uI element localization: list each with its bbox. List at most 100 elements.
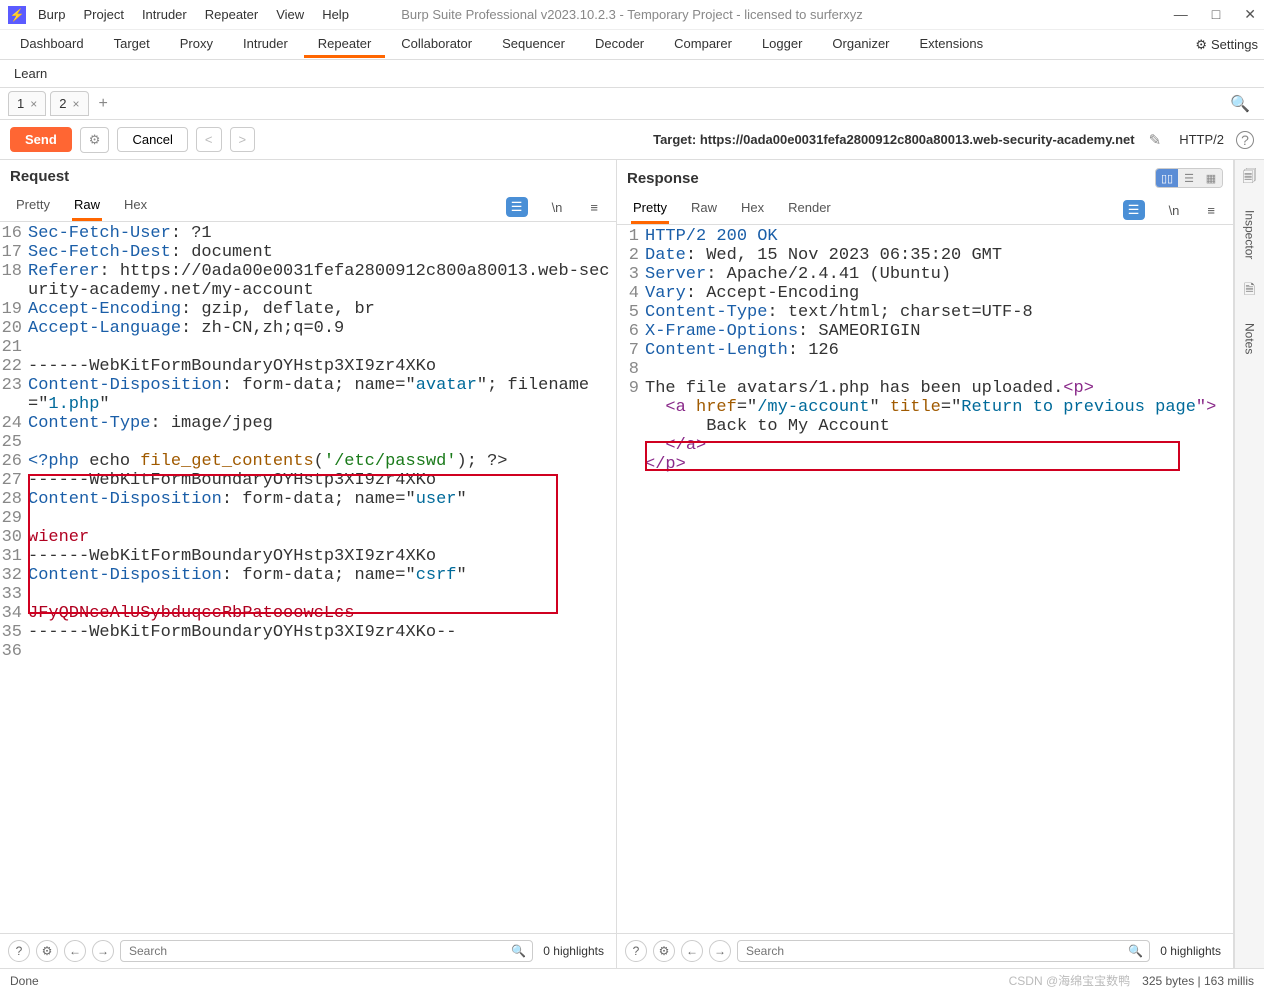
tab-target[interactable]: Target [100, 31, 164, 58]
sub-tab-2[interactable]: 2× [50, 91, 88, 116]
menu-bar[interactable]: Burp Project Intruder Repeater View Help [38, 7, 349, 22]
message-actions-icon[interactable]: ☰ [1123, 200, 1145, 220]
code-line[interactable]: </p> [617, 455, 1233, 474]
tab-collaborator[interactable]: Collaborator [387, 31, 486, 58]
code-line[interactable]: 34JFyQDNceAlUSybduqccRbPatooowcLcs [0, 604, 616, 623]
tab-repeater[interactable]: Repeater [304, 31, 385, 58]
tab-proxy[interactable]: Proxy [166, 31, 227, 58]
message-actions-icon[interactable]: ☰ [506, 197, 528, 217]
add-tab-button[interactable]: + [93, 95, 114, 113]
code-line[interactable]: 21 [0, 338, 616, 357]
menu-view[interactable]: View [276, 7, 304, 22]
code-line[interactable]: 24Content-Type: image/jpeg [0, 414, 616, 433]
close-icon[interactable]: × [72, 97, 79, 111]
view-tab-raw[interactable]: Raw [72, 193, 102, 221]
close-icon[interactable]: × [30, 97, 37, 111]
code-line[interactable]: 29 [0, 509, 616, 528]
code-line[interactable]: 2Date: Wed, 15 Nov 2023 06:35:20 GMT [617, 246, 1233, 265]
code-line[interactable]: 35------WebKitFormBoundaryOYHstp3XI9zr4X… [0, 623, 616, 642]
inspector-sidebar[interactable]: 🗐 Inspector 🗎 Notes [1234, 160, 1264, 968]
menu-icon[interactable]: ≡ [586, 198, 602, 217]
code-line[interactable]: 6X-Frame-Options: SAMEORIGIN [617, 322, 1233, 341]
notes-label[interactable]: Notes [1243, 323, 1257, 354]
code-line[interactable]: 27------WebKitFormBoundaryOYHstp3XI9zr4X… [0, 471, 616, 490]
help-icon[interactable]: ? [1236, 131, 1254, 149]
code-line[interactable]: Back to My Account [617, 417, 1233, 436]
newline-icon[interactable]: \n [548, 198, 567, 217]
code-line[interactable]: 20Accept-Language: zh-CN,zh;q=0.9 [0, 319, 616, 338]
search-gear-icon[interactable]: ⚙ [653, 940, 675, 962]
view-tab-hex[interactable]: Hex [739, 196, 766, 224]
layout-toggle[interactable]: ▯▯ ☰ ▦ [1155, 168, 1223, 188]
request-editor[interactable]: 16Sec-Fetch-User: ?117Sec-Fetch-Dest: do… [0, 222, 616, 933]
cancel-button[interactable]: Cancel [117, 127, 187, 152]
tab-organizer[interactable]: Organizer [818, 31, 903, 58]
code-line[interactable]: 18Referer: https://0ada00e0031fefa280091… [0, 262, 616, 300]
tab-dashboard[interactable]: Dashboard [6, 31, 98, 58]
response-view-tabs[interactable]: Pretty Raw Hex Render ☰ \n ≡ [617, 192, 1233, 225]
menu-burp[interactable]: Burp [38, 7, 65, 22]
tab-comparer[interactable]: Comparer [660, 31, 746, 58]
gear-button[interactable]: ⚙ [80, 127, 110, 153]
search-prev-icon[interactable]: ← [681, 940, 703, 962]
menu-help[interactable]: Help [322, 7, 349, 22]
layout-combined-icon[interactable]: ▦ [1200, 169, 1222, 187]
code-line[interactable]: 3Server: Apache/2.4.41 (Ubuntu) [617, 265, 1233, 284]
close-icon[interactable]: ✕ [1244, 6, 1256, 23]
repeater-sub-tabs[interactable]: 1×2×+ 🔍 [0, 88, 1264, 120]
code-line[interactable]: 16Sec-Fetch-User: ?1 [0, 224, 616, 243]
code-line[interactable]: 22------WebKitFormBoundaryOYHstp3XI9zr4X… [0, 357, 616, 376]
code-line[interactable]: 23Content-Disposition: form-data; name="… [0, 376, 616, 414]
settings-button[interactable]: ⚙ Settings [1195, 37, 1258, 53]
tab-extensions[interactable]: Extensions [906, 31, 998, 58]
tab-sequencer[interactable]: Sequencer [488, 31, 579, 58]
view-tab-raw[interactable]: Raw [689, 196, 719, 224]
code-line[interactable]: </a> [617, 436, 1233, 455]
view-tab-pretty[interactable]: Pretty [631, 196, 669, 224]
search-icon[interactable]: 🔍 [1230, 94, 1250, 114]
view-tab-pretty[interactable]: Pretty [14, 193, 52, 221]
tab-intruder[interactable]: Intruder [229, 31, 302, 58]
newline-icon[interactable]: \n [1165, 201, 1184, 220]
window-controls[interactable]: ― □ ✕ [1174, 6, 1256, 23]
code-line[interactable]: 9The file avatars/1.php has been uploade… [617, 379, 1233, 398]
minimize-icon[interactable]: ― [1174, 6, 1188, 23]
response-search-input[interactable]: 🔍 [737, 940, 1150, 962]
code-line[interactable]: 32Content-Disposition: form-data; name="… [0, 566, 616, 585]
inspector-icon[interactable]: 🗐 [1243, 166, 1257, 190]
history-back-button[interactable]: < [196, 127, 222, 152]
search-gear-icon[interactable]: ⚙ [36, 940, 58, 962]
view-tab-render[interactable]: Render [786, 196, 833, 224]
request-view-tabs[interactable]: PrettyRawHex ☰ \n ≡ [0, 189, 616, 222]
code-line[interactable]: 26<?php echo file_get_contents('/etc/pas… [0, 452, 616, 471]
request-search-input[interactable]: 🔍 [120, 940, 533, 962]
code-line[interactable]: 5Content-Type: text/html; charset=UTF-8 [617, 303, 1233, 322]
main-tab-bar[interactable]: DashboardTargetProxyIntruderRepeaterColl… [0, 30, 1264, 60]
learn-tab[interactable]: Learn [0, 60, 1264, 88]
menu-intruder[interactable]: Intruder [142, 7, 187, 22]
tab-decoder[interactable]: Decoder [581, 31, 658, 58]
menu-project[interactable]: Project [83, 7, 123, 22]
search-next-icon[interactable]: → [92, 940, 114, 962]
search-next-icon[interactable]: → [709, 940, 731, 962]
menu-icon[interactable]: ≡ [1203, 201, 1219, 220]
code-line[interactable]: 31------WebKitFormBoundaryOYHstp3XI9zr4X… [0, 547, 616, 566]
code-line[interactable]: 36 [0, 642, 616, 661]
tab-logger[interactable]: Logger [748, 31, 816, 58]
inspector-label[interactable]: Inspector [1243, 210, 1257, 259]
code-line[interactable]: 1HTTP/2 200 OK [617, 227, 1233, 246]
menu-repeater[interactable]: Repeater [205, 7, 258, 22]
response-viewer[interactable]: 1HTTP/2 200 OK2Date: Wed, 15 Nov 2023 06… [617, 225, 1233, 933]
code-line[interactable]: 28Content-Disposition: form-data; name="… [0, 490, 616, 509]
code-line[interactable]: 4Vary: Accept-Encoding [617, 284, 1233, 303]
history-forward-button[interactable]: > [230, 127, 256, 152]
http-version-selector[interactable]: HTTP/2 [1179, 132, 1224, 147]
search-options-icon[interactable]: ? [625, 940, 647, 962]
code-line[interactable]: 25 [0, 433, 616, 452]
search-options-icon[interactable]: ? [8, 940, 30, 962]
layout-vertical-icon[interactable]: ☰ [1178, 169, 1200, 187]
send-button[interactable]: Send [10, 127, 72, 152]
maximize-icon[interactable]: □ [1212, 6, 1220, 23]
code-line[interactable]: 19Accept-Encoding: gzip, deflate, br [0, 300, 616, 319]
search-prev-icon[interactable]: ← [64, 940, 86, 962]
